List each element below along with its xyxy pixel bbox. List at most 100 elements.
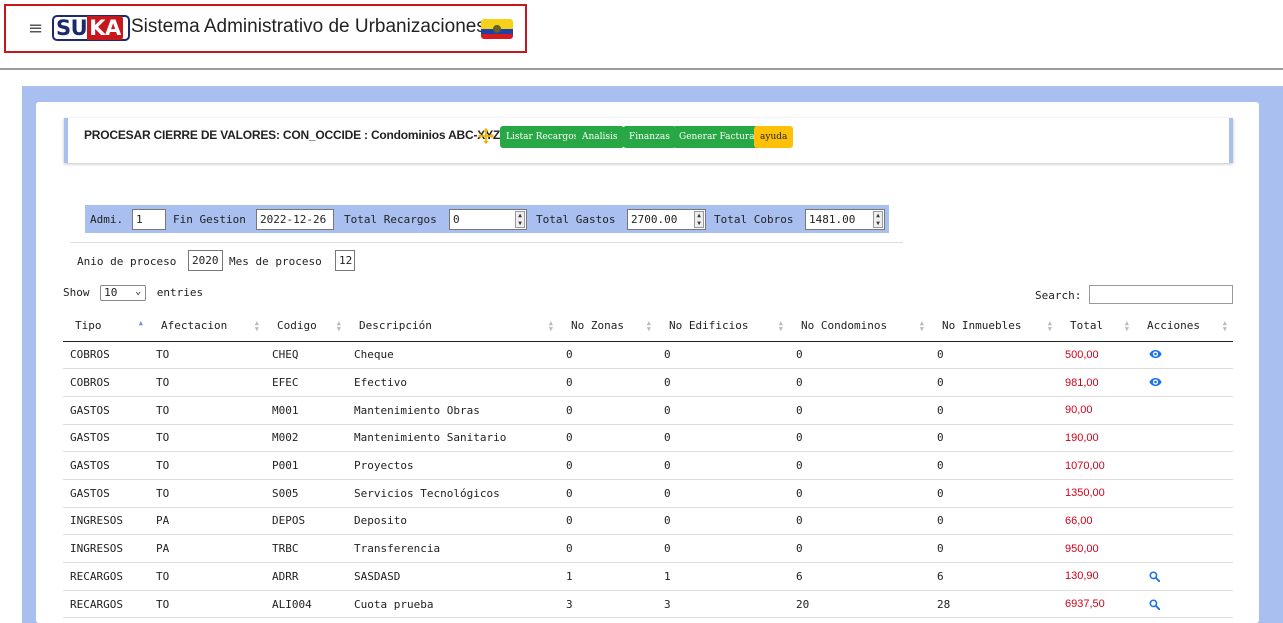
analisis-button[interactable]: Analisis [576,126,624,148]
column-header[interactable]: No Condominos ▲ ▼ [789,311,930,342]
cell-total: 1070,00 [1058,451,1135,480]
spinner-icon[interactable]: ▲ ▼ [873,211,883,228]
sort-icon[interactable]: ▲ ▼ [337,320,341,333]
cell-condominos: 0 [789,396,930,425]
cell-descripcion: Mantenimiento Obras [347,396,559,425]
sort-icon[interactable]: ▲ ▼ [920,320,924,333]
sort-icon[interactable]: ▲ ▼ [1125,320,1129,333]
cell-tipo: COBROS [63,368,149,397]
cell-edificios: 0 [657,534,789,563]
cell-codigo: TRBC [265,534,347,563]
cell-edificios: 0 [657,368,789,397]
cell-edificios: 3 [657,590,789,619]
entries-select-value: 10 [104,286,118,299]
total-gastos-label: Total Gastos [536,213,616,226]
table-row: GASTOS TO M002 Mantenimiento Sanitario 0 0 0 0 1… [63,424,1233,453]
anio-input[interactable]: 2020 [188,250,223,271]
cell-afectacion: TO [149,562,265,591]
eye-icon[interactable] [1149,349,1163,361]
table-row: RECARGOS TO ALI004 Cuota prueba 3 3 20 28 6937,5… [63,590,1233,619]
search-label: Search: [1035,289,1082,302]
generar-facturas-button[interactable]: Generar Facturas [673,126,766,148]
admi-label: Admi. [90,213,124,226]
table-row: GASTOS TO P001 Proyectos 0 0 0 0 1070,00 [63,451,1233,480]
column-header[interactable]: No Edificios ▲ ▼ [657,311,789,342]
search-input[interactable] [1089,285,1233,304]
column-header[interactable]: No Inmuebles ▲ ▼ [930,311,1058,342]
suka-logo[interactable]: SUKA [52,15,130,41]
cell-condominos: 0 [789,341,930,370]
cell-acciones [1135,424,1233,453]
cell-descripcion: Mantenimiento Sanitario [347,424,559,453]
finanzas-button[interactable]: Finanzas [623,126,676,148]
spinner-icon[interactable]: ▲ ▼ [694,211,704,228]
search-icon[interactable] [1149,599,1163,611]
column-header[interactable]: Acciones ▲ ▼ [1135,311,1233,342]
total-cobros-value: 1481.00 [809,213,856,226]
anio-label: Anio de proceso [77,255,177,268]
cell-descripcion: Servicios Tecnológicos [347,479,559,508]
column-header[interactable]: Tipo ▲ [63,311,149,342]
move-arrows-icon[interactable] [477,127,495,145]
cell-acciones [1135,341,1233,370]
cell-tipo: GASTOS [63,479,149,508]
eye-icon[interactable] [1149,377,1163,389]
total-gastos-input[interactable]: 2700.00 ▲ ▼ [627,209,706,230]
cell-codigo: DEPOS [265,507,347,536]
spinner-icon[interactable]: ▲ ▼ [515,211,525,228]
cell-afectacion: TO [149,590,265,619]
cell-zonas: 0 [559,534,657,563]
cell-codigo: S005 [265,479,347,508]
column-header[interactable]: Codigo ▲ ▼ [265,311,347,342]
cell-acciones [1135,507,1233,536]
cell-descripcion: Deposito [347,507,559,536]
column-header-label: Acciones [1147,319,1200,333]
ayuda-button[interactable]: ayuda [754,126,794,148]
sort-icon[interactable]: ▲ ▼ [779,320,783,333]
column-header-label: Total [1070,319,1104,333]
cell-zonas: 0 [559,424,657,453]
cell-inmuebles: 28 [930,590,1058,619]
cell-afectacion: TO [149,424,265,453]
cell-acciones [1135,534,1233,563]
sort-icon[interactable]: ▲ ▼ [1223,320,1227,333]
total-recargos-input[interactable]: 0 ▲ ▼ [449,209,527,230]
cell-tipo: GASTOS [63,451,149,480]
admi-input[interactable]: 1 [132,209,166,230]
sort-icon[interactable]: ▲ ▼ [255,320,259,333]
cell-zonas: 0 [559,451,657,480]
cell-codigo: ADRR [265,562,347,591]
cell-afectacion: TO [149,341,265,370]
column-header-label: Descripción [359,319,432,333]
cell-codigo: M002 [265,424,347,453]
column-header[interactable]: Descripción ▲ ▼ [347,311,559,342]
cell-descripcion: Cuota prueba [347,590,559,619]
sort-icon[interactable]: ▲ [139,320,143,327]
sort-icon[interactable]: ▲ ▼ [1048,320,1052,333]
entries-select[interactable]: 10 ⌄ [100,285,147,301]
fin-gestion-input[interactable]: 2022-12-26 [256,209,334,230]
cell-codigo: M001 [265,396,347,425]
total-gastos-value: 2700.00 [631,213,678,226]
cell-edificios: 0 [657,396,789,425]
sort-icon[interactable]: ▲ ▼ [549,320,553,333]
column-header-label: Tipo [75,319,102,333]
total-cobros-input[interactable]: 1481.00 ▲ ▼ [805,209,885,230]
hamburger-icon[interactable]: ≡ [28,18,43,39]
column-header[interactable]: No Zonas ▲ ▼ [559,311,657,342]
table-header-row: Tipo ▲ Afectacion ▲ ▼ Codigo ▲ ▼ Descripción ▲ ▼ No… [63,311,1233,342]
column-header[interactable]: Afectacion ▲ ▼ [149,311,265,342]
cell-inmuebles: 0 [930,341,1058,370]
listar-recargos-button[interactable]: Listar Recargos [500,126,585,148]
cell-descripcion: Transferencia [347,534,559,563]
column-header[interactable]: Total ▲ ▼ [1058,311,1135,342]
table-row: GASTOS TO S005 Servicios Tecnológicos 0 0 0 0 13… [63,479,1233,508]
cell-tipo: GASTOS [63,424,149,453]
entries-length: Show 10 ⌄ entries [63,285,203,301]
cell-inmuebles: 6 [930,562,1058,591]
mes-input[interactable]: 12 [335,250,355,271]
search-icon[interactable] [1149,571,1163,583]
column-header-label: No Edificios [669,319,749,333]
fin-gestion-label: Fin Gestion [173,213,246,226]
sort-icon[interactable]: ▲ ▼ [647,320,651,333]
